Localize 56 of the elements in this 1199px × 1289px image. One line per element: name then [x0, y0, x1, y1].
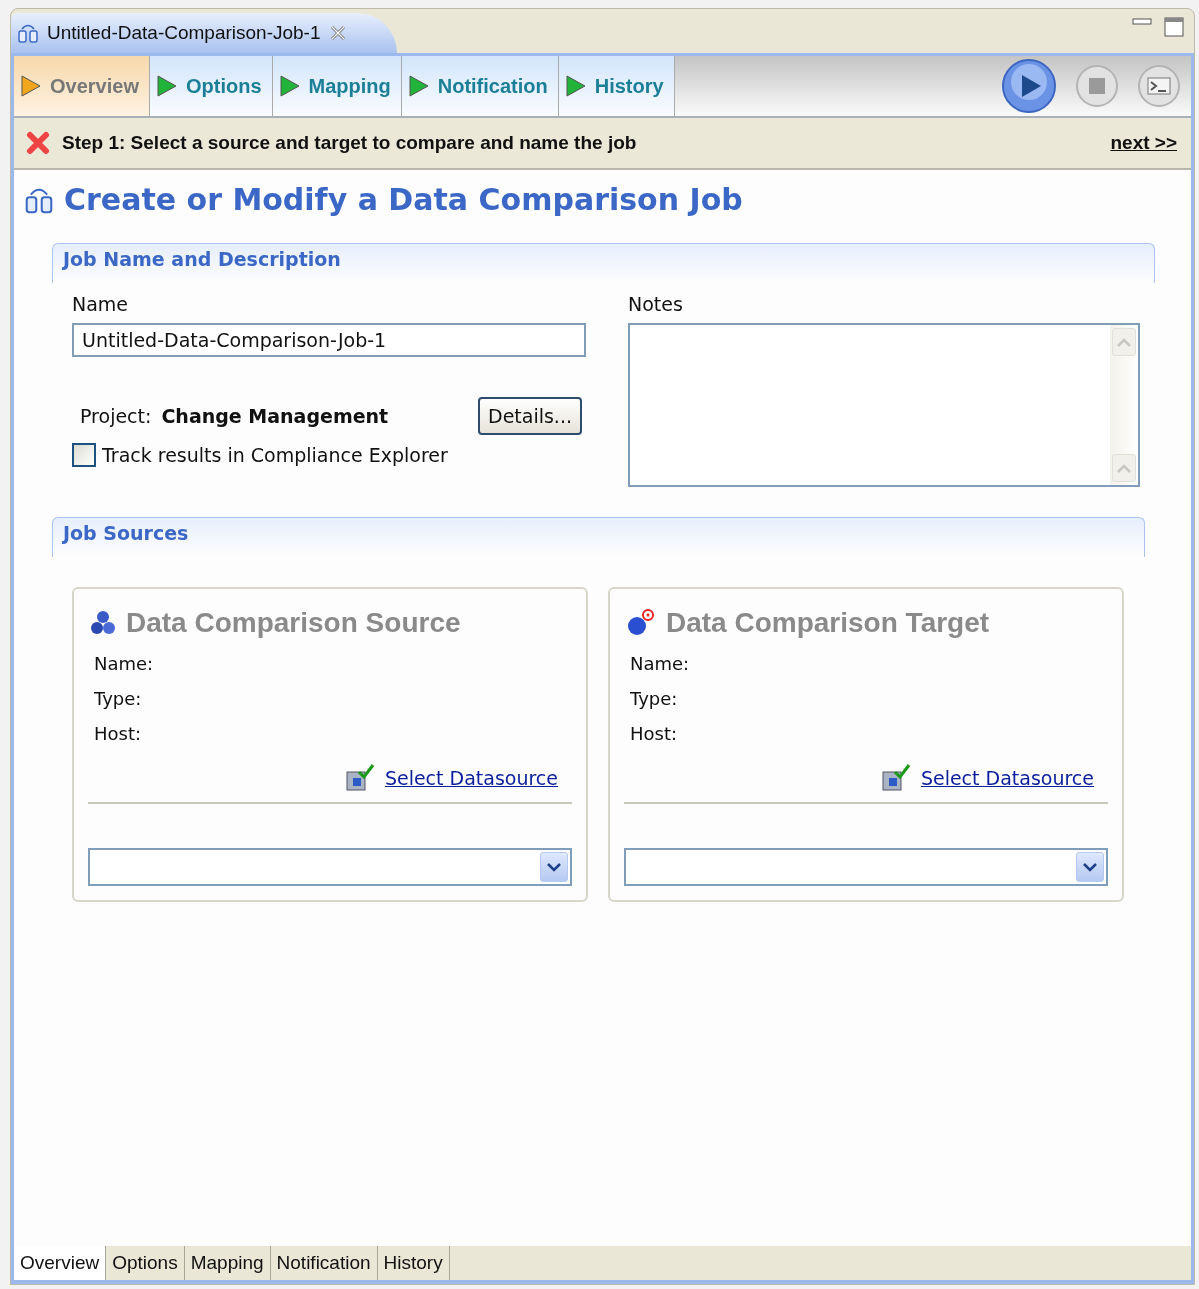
step-message: Step 1: Select a source and target to compare and name the job: [62, 132, 637, 154]
wizard-tab[interactable]: Notification: [401, 56, 559, 116]
field-label: Name: [72, 293, 130, 315]
details-button[interactable]: Details...: [478, 397, 582, 435]
wizard-tab[interactable]: Overview: [14, 56, 150, 116]
name-field[interactable]: Untitled-Data-Comparison-Job-1: [72, 323, 586, 357]
chevron-up-icon: [1116, 463, 1132, 473]
select-datasource-link[interactable]: Select Datasource: [384, 767, 558, 789]
minimize-icon[interactable]: [1132, 17, 1152, 27]
play-triangle-icon: [407, 74, 430, 98]
panel-title: Data Comparison Source: [126, 607, 461, 639]
close-icon[interactable]: [328, 24, 347, 42]
editor-tab[interactable]: Untitled-Data-Comparison-Job-1: [11, 13, 397, 53]
panel-title: Data Comparison Target: [666, 607, 990, 639]
server-check-icon: [344, 764, 375, 792]
project-name: Change Management: [161, 405, 389, 427]
chevron-down-icon: [546, 862, 562, 872]
field-label: Host:: [94, 723, 143, 744]
error-icon: [26, 131, 50, 155]
field-label: Type:: [630, 688, 679, 709]
section-header: Job Sources: [52, 517, 1145, 557]
play-triangle-icon: [278, 74, 301, 98]
wizard-tab[interactable]: History: [558, 56, 675, 116]
checkbox-label: Track results in Compliance Explorer: [102, 444, 448, 466]
field-label: Name:: [94, 653, 155, 674]
chevron-down-icon: [1082, 862, 1098, 872]
maximize-icon[interactable]: [1164, 17, 1184, 37]
field-label: Type:: [94, 688, 143, 709]
field-label: Project:: [80, 405, 152, 427]
dropdown-button[interactable]: [1076, 852, 1104, 882]
section-header: Job Name and Description: [52, 243, 1155, 283]
spheres-icon: [90, 610, 116, 636]
chevron-up-icon: [1116, 337, 1132, 347]
scrollbar[interactable]: [1110, 325, 1138, 485]
checkbox[interactable]: [72, 443, 96, 467]
sphere-target-icon: [626, 609, 656, 637]
wizard-tab[interactable]: Options: [149, 56, 273, 116]
editor-tab-title: Untitled-Data-Comparison-Job-1: [47, 22, 321, 44]
field-label: Notes: [628, 293, 684, 315]
page-tab[interactable]: Overview: [14, 1246, 107, 1280]
page-heading: Create or Modify a Data Comparison Job: [64, 182, 743, 217]
wizard-tab[interactable]: Mapping: [272, 56, 402, 116]
play-triangle-icon: [155, 74, 178, 98]
stop-icon[interactable]: [1075, 64, 1119, 108]
select-datasource-link[interactable]: Select Datasource: [920, 767, 1094, 789]
run-icon[interactable]: [1001, 58, 1057, 114]
console-icon[interactable]: [1137, 64, 1181, 108]
server-check-icon: [880, 764, 911, 792]
database-pair-icon: [17, 22, 39, 44]
field-label: Name:: [630, 653, 691, 674]
play-triangle-icon: [564, 74, 587, 98]
next-link[interactable]: next >>: [1110, 132, 1177, 154]
play-triangle-icon: [20, 74, 42, 98]
notes-field[interactable]: [628, 323, 1140, 487]
dropdown-button[interactable]: [540, 852, 568, 882]
field-label: Host:: [630, 723, 679, 744]
